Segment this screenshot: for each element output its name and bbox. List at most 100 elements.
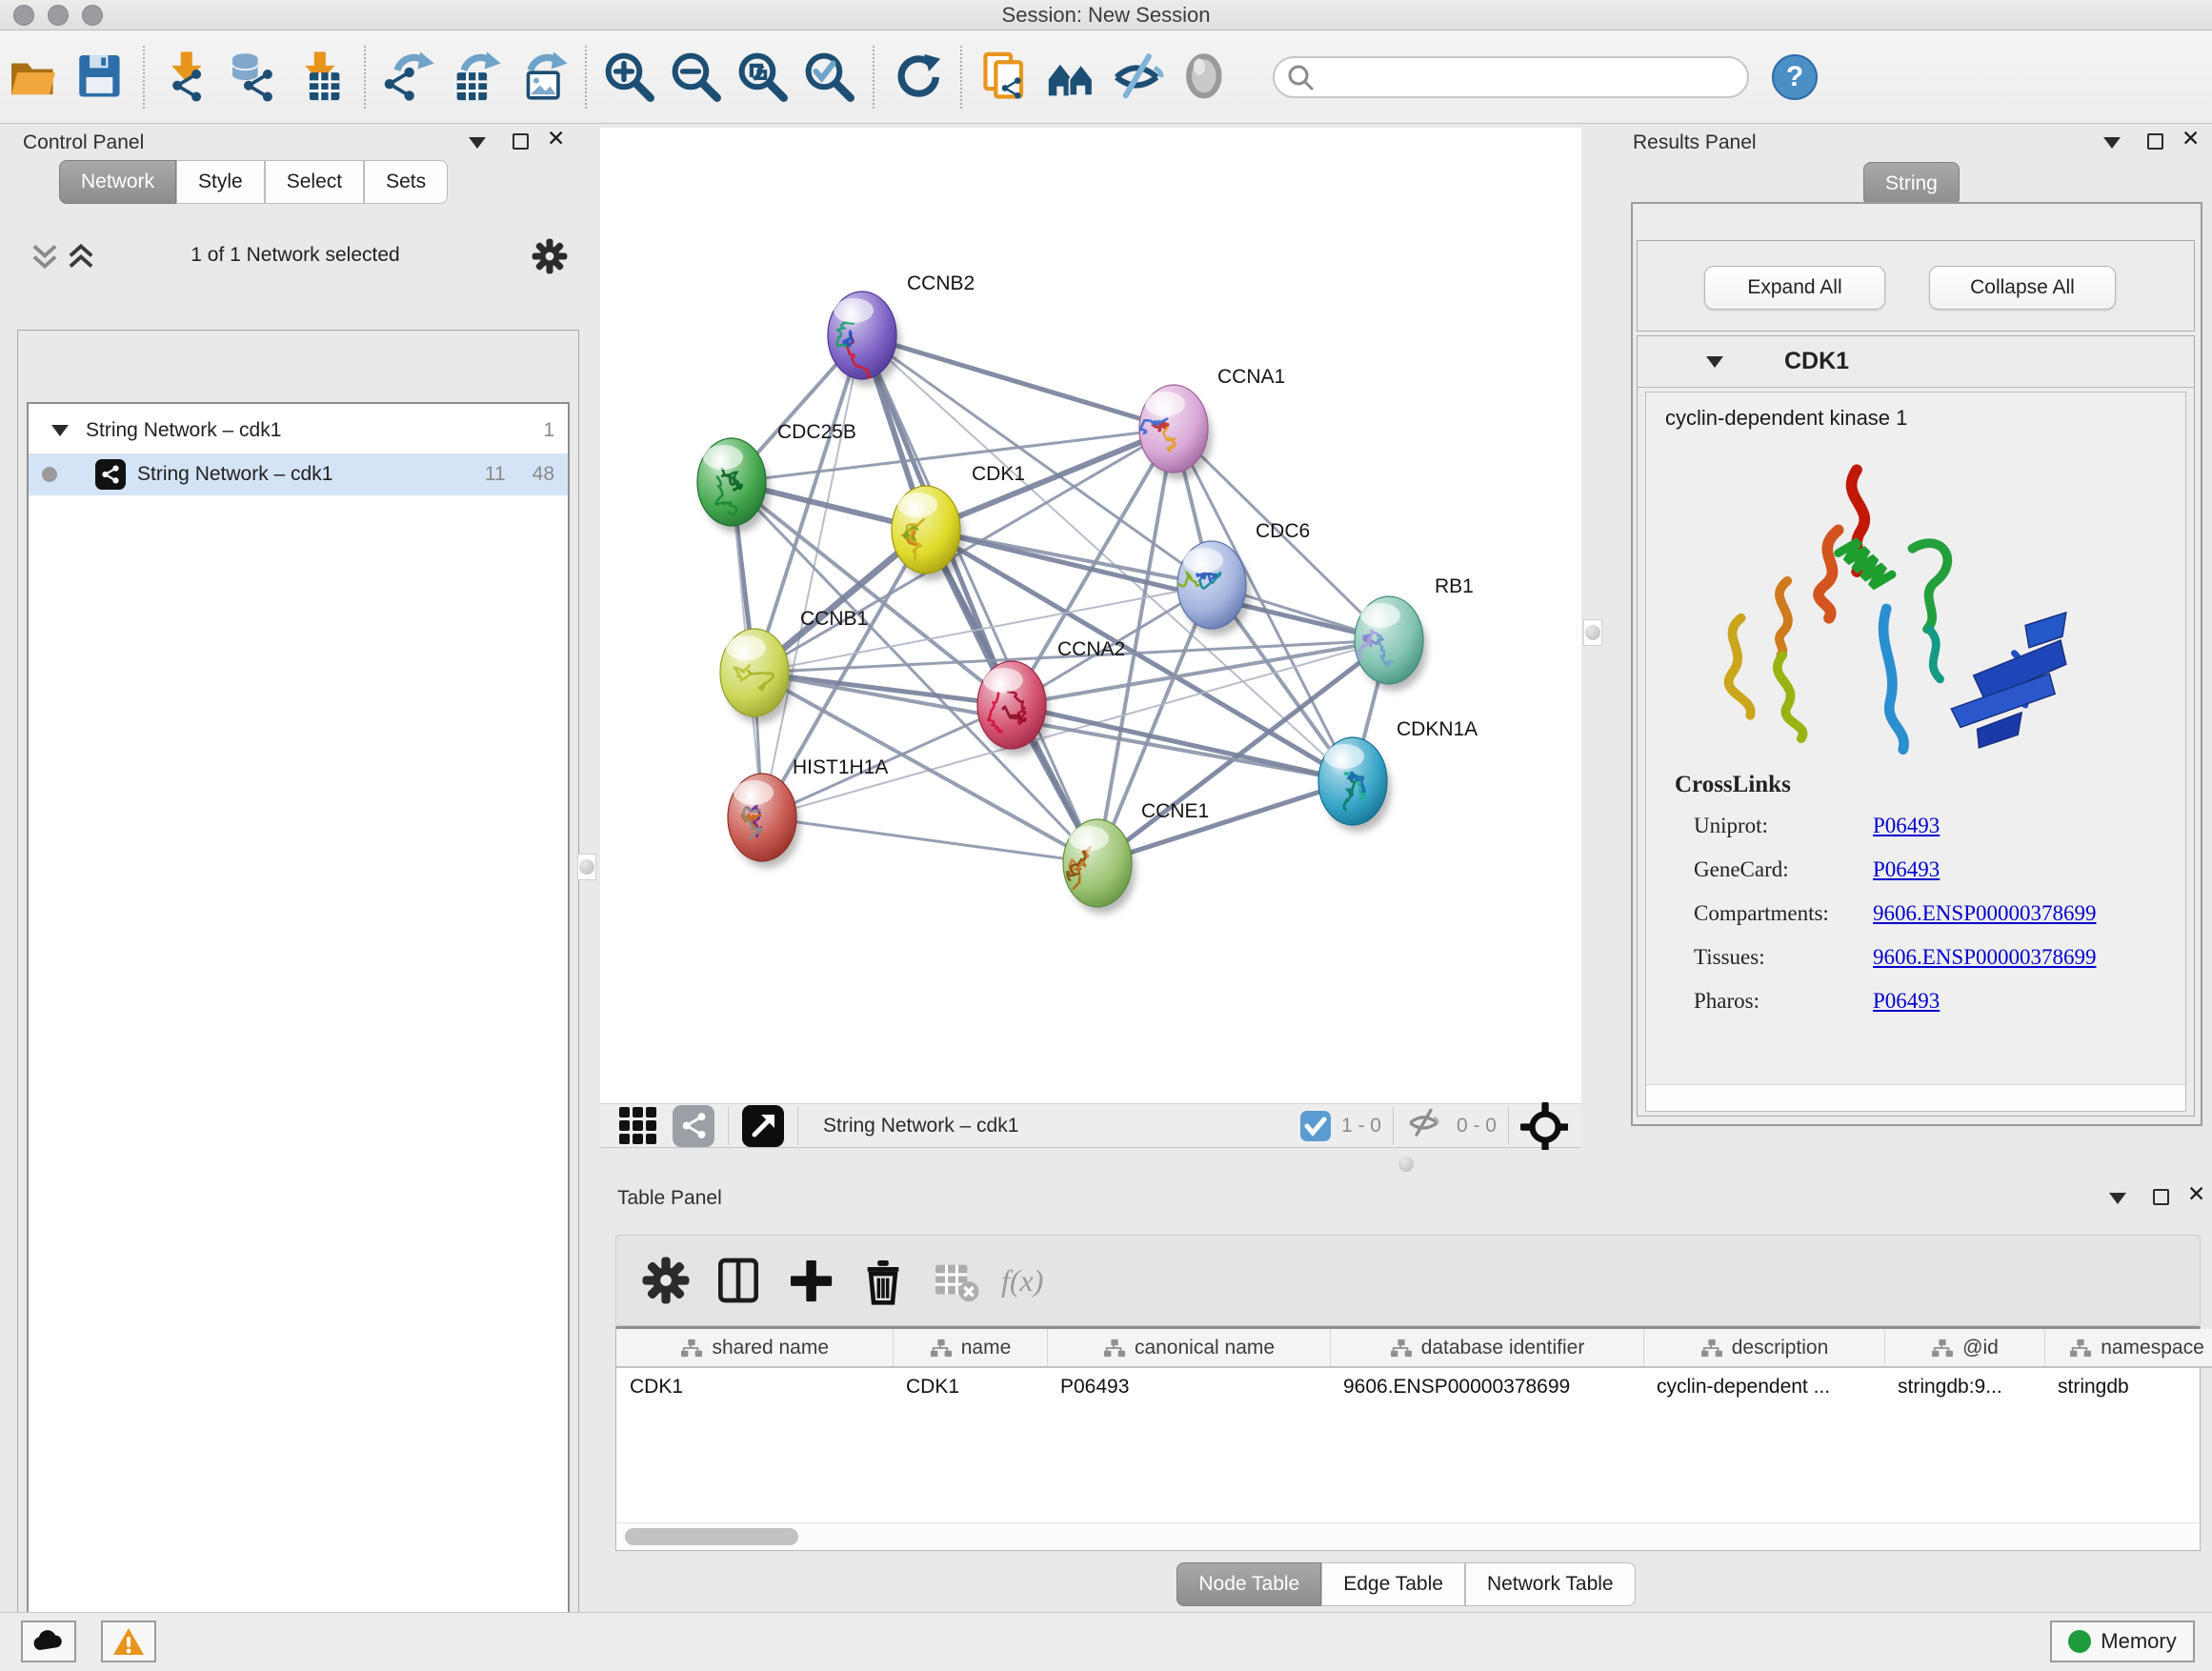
panel-close-icon[interactable]: ✕ xyxy=(2187,1187,2205,1203)
hide-graphics-details-icon[interactable] xyxy=(1111,50,1166,105)
open-in-window-icon[interactable] xyxy=(740,1103,786,1149)
table-row[interactable]: CDK1CDK1P064939606.ENSP00000378699cyclin… xyxy=(616,1367,2212,1405)
collapse-all-button[interactable]: Collapse All xyxy=(1929,266,2116,310)
refresh-icon[interactable] xyxy=(890,50,945,105)
network-canvas[interactable]: CCNB2CCNA1CDC25BCDK1CDC6RB1CCNB1CCNA2CDK… xyxy=(600,128,1581,1103)
tab-select[interactable]: Select xyxy=(265,160,364,204)
table-cell[interactable]: 9606.ENSP00000378699 xyxy=(1330,1367,1643,1405)
window-minimize-button[interactable] xyxy=(48,5,69,26)
tab-string[interactable]: String xyxy=(1863,162,1960,206)
panel-float-icon[interactable] xyxy=(2147,133,2163,150)
export-table-icon[interactable] xyxy=(448,50,503,105)
column-header-name[interactable]: name xyxy=(893,1329,1047,1367)
tab-style[interactable]: Style xyxy=(176,160,265,204)
collection-expand-icon[interactable] xyxy=(51,425,69,436)
clipboard-network-icon[interactable] xyxy=(977,50,1033,105)
column-header-shared-name[interactable]: shared name xyxy=(616,1329,893,1367)
column-header--id[interactable]: @id xyxy=(1884,1329,2044,1367)
string-network-icon[interactable] xyxy=(671,1103,716,1149)
network-row[interactable]: String Network – cdk1 11 48 xyxy=(29,453,568,495)
network-node-rb1[interactable]: RB1 xyxy=(1355,575,1474,691)
network-edge[interactable] xyxy=(1012,705,1353,781)
network-node-cdkn1a[interactable]: CDKN1A xyxy=(1318,718,1478,832)
panel-collapse-icon[interactable] xyxy=(469,137,486,149)
network-node-ccne1[interactable]: CCNE1 xyxy=(1063,800,1209,914)
import-database-icon[interactable] xyxy=(227,50,282,105)
table-cell[interactable]: P06493 xyxy=(1047,1367,1330,1405)
window-close-button[interactable] xyxy=(13,5,34,26)
birdseye-toggle-icon[interactable] xyxy=(615,1103,661,1149)
import-network-icon[interactable] xyxy=(160,50,215,105)
cloud-button[interactable] xyxy=(21,1621,76,1662)
tab-node-table[interactable]: Node Table xyxy=(1176,1562,1321,1606)
help-button[interactable]: ? xyxy=(1772,54,1818,100)
network-node-ccna1[interactable]: CCNA1 xyxy=(1139,366,1285,479)
hidden-eye-icon[interactable] xyxy=(1405,1107,1447,1145)
crosslink-value-link[interactable]: P06493 xyxy=(1873,857,1940,882)
gear-icon[interactable] xyxy=(639,1254,693,1307)
gear-icon[interactable] xyxy=(530,236,570,276)
expand-all-chevron-icon[interactable] xyxy=(65,242,97,271)
show-graphics-details-icon[interactable] xyxy=(1177,50,1233,105)
crosslink-value-link[interactable]: 9606.ENSP00000378699 xyxy=(1873,901,2097,926)
panel-close-icon[interactable]: ✕ xyxy=(547,131,565,148)
network-node-ccnb2[interactable]: CCNB2 xyxy=(828,272,975,386)
import-table-icon[interactable] xyxy=(293,50,349,105)
table-scrollbar-thumb[interactable] xyxy=(625,1528,798,1545)
table-cell[interactable]: stringdb xyxy=(2044,1367,2212,1405)
birdseye-view-icon[interactable] xyxy=(1044,50,1099,105)
warnings-button[interactable] xyxy=(101,1621,156,1662)
tab-network-table[interactable]: Network Table xyxy=(1465,1562,1636,1606)
expand-all-button[interactable]: Expand All xyxy=(1704,266,1885,310)
entry-expand-icon[interactable] xyxy=(1706,356,1723,368)
panel-float-icon[interactable] xyxy=(2153,1189,2169,1205)
network-edge[interactable] xyxy=(862,335,1097,863)
network-edge[interactable] xyxy=(1097,781,1353,863)
zoom-in-icon[interactable] xyxy=(602,50,657,105)
crosslink-value-link[interactable]: 9606.ENSP00000378699 xyxy=(1873,945,2097,970)
column-header-database-identifier[interactable]: database identifier xyxy=(1330,1329,1643,1367)
search-field[interactable] xyxy=(1273,56,1749,98)
search-input[interactable] xyxy=(1315,66,1724,89)
tab-network[interactable]: Network xyxy=(59,160,176,204)
horizontal-splitter-handle[interactable] xyxy=(1393,1153,1419,1176)
crosslink-value-link[interactable]: P06493 xyxy=(1873,989,1940,1014)
right-splitter-handle[interactable] xyxy=(1583,619,1602,646)
column-header-description[interactable]: description xyxy=(1643,1329,1884,1367)
zoom-out-icon[interactable] xyxy=(669,50,724,105)
column-header-namespace[interactable]: namespace xyxy=(2044,1329,2212,1367)
tab-sets[interactable]: Sets xyxy=(364,160,448,204)
open-file-icon[interactable] xyxy=(6,50,61,105)
panel-collapse-icon[interactable] xyxy=(2109,1193,2126,1204)
collapse-all-chevron-icon[interactable] xyxy=(29,242,61,271)
results-scrollbar[interactable] xyxy=(1646,1084,2185,1111)
selected-checkbox-icon[interactable] xyxy=(1299,1110,1332,1142)
network-edge[interactable] xyxy=(862,335,1174,429)
zoom-selected-icon[interactable] xyxy=(802,50,857,105)
network-graph[interactable]: CCNB2CCNA1CDC25BCDK1CDC6RB1CCNB1CCNA2CDK… xyxy=(600,128,1581,1103)
network-edge[interactable] xyxy=(762,817,1097,863)
export-image-icon[interactable] xyxy=(514,50,570,105)
crosslink-value-link[interactable]: P06493 xyxy=(1873,814,1940,838)
add-column-icon[interactable] xyxy=(784,1254,837,1307)
network-node-hist1h1a[interactable]: HIST1H1A xyxy=(728,756,888,868)
show-columns-icon[interactable] xyxy=(712,1254,765,1307)
delete-column-icon[interactable] xyxy=(856,1254,910,1307)
panel-close-icon[interactable]: ✕ xyxy=(2182,131,2200,148)
export-network-icon[interactable] xyxy=(381,50,436,105)
save-session-icon[interactable] xyxy=(72,50,128,105)
panel-float-icon[interactable] xyxy=(513,133,529,150)
fit-content-icon[interactable] xyxy=(1520,1102,1568,1150)
network-edge[interactable] xyxy=(754,673,1012,705)
table-cell[interactable]: CDK1 xyxy=(893,1367,1047,1405)
table-scrollbar[interactable] xyxy=(617,1522,2199,1549)
window-zoom-button[interactable] xyxy=(82,5,103,26)
tab-edge-table[interactable]: Edge Table xyxy=(1321,1562,1465,1606)
column-header-canonical-name[interactable]: canonical name xyxy=(1047,1329,1330,1367)
panel-collapse-icon[interactable] xyxy=(2103,137,2121,149)
zoom-fit-icon[interactable] xyxy=(735,50,791,105)
table-cell[interactable]: CDK1 xyxy=(616,1367,893,1405)
cdk1-entry-header[interactable]: CDK1 xyxy=(1638,336,2194,388)
table-cell[interactable]: cyclin-dependent ... xyxy=(1643,1367,1884,1405)
memory-button[interactable]: Memory xyxy=(2050,1621,2195,1662)
